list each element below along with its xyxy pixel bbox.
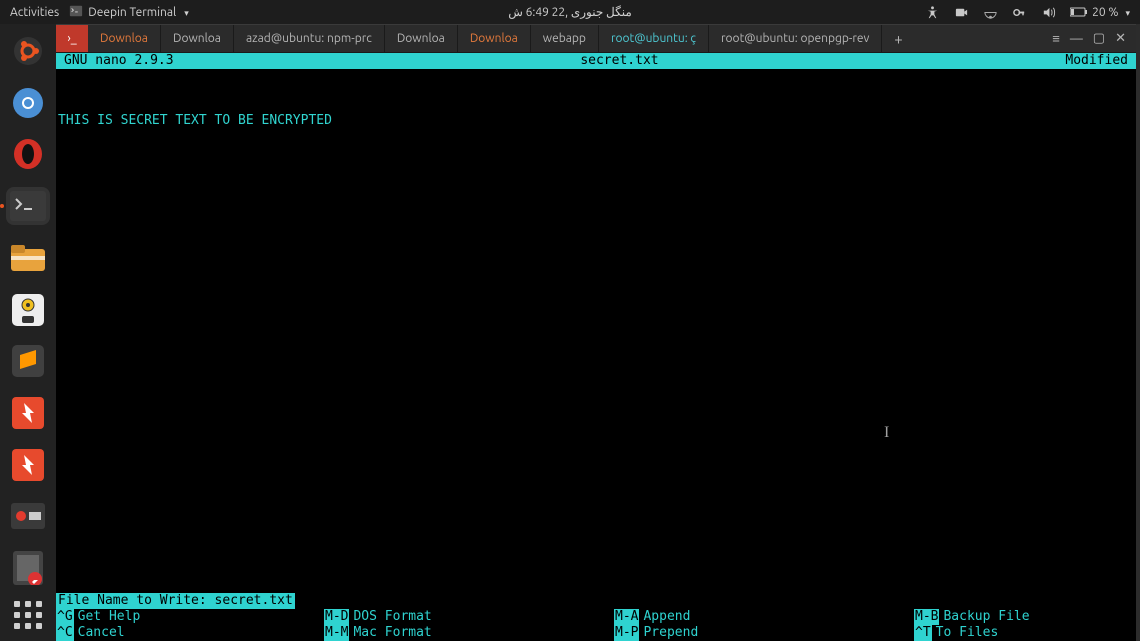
dock-item-opera[interactable] xyxy=(6,135,50,173)
terminal-tab-3[interactable]: Downloa xyxy=(385,25,458,52)
nano-shortcut: ^TTo Files xyxy=(914,625,1136,641)
terminal-tab-5[interactable]: webapp xyxy=(531,25,599,52)
nano-status: Modified xyxy=(1065,53,1132,69)
window-controls: ≡ — ▢ ✕ xyxy=(1042,25,1136,52)
terminal-icon xyxy=(69,4,83,21)
terminal-tab-1[interactable]: Downloa xyxy=(161,25,234,52)
dock-item-screen-recorder[interactable] xyxy=(6,498,50,536)
terminal-content[interactable]: GNU nano 2.9.3 secret.txt Modified THIS … xyxy=(56,53,1136,641)
terminal-tab-6[interactable]: root@ubuntu: ç xyxy=(599,25,709,52)
volume-icon[interactable] xyxy=(1041,5,1056,20)
menu-icon[interactable]: ≡ xyxy=(1052,31,1060,46)
camera-icon[interactable] xyxy=(954,5,969,20)
nano-shortcut: ^GGet Help xyxy=(56,609,324,625)
dock-item-rhythmbox[interactable] xyxy=(6,291,50,329)
chevron-down-icon xyxy=(1122,6,1130,19)
nano-shortcut: M-BBackup File xyxy=(914,609,1136,625)
nano-version: GNU nano 2.9.3 xyxy=(60,53,174,69)
terminal-tab-2[interactable]: azad@ubuntu: npm-prc xyxy=(234,25,385,52)
nano-shortcut: ^CCancel xyxy=(56,625,324,641)
terminal-tab-lead-icon: ›_ xyxy=(56,25,88,52)
dock-item-sublime[interactable] xyxy=(6,342,50,380)
nano-prompt: File Name to Write: secret.txt xyxy=(56,593,295,609)
new-tab-button[interactable]: + xyxy=(882,25,914,52)
terminal-tab-7[interactable]: root@ubuntu: openpgp-rev xyxy=(709,25,882,52)
dock-item-chromium[interactable] xyxy=(6,84,50,122)
accessibility-icon[interactable] xyxy=(925,5,940,20)
minimize-button[interactable]: — xyxy=(1070,32,1083,46)
dock-item-terminal[interactable] xyxy=(6,187,50,225)
app-title-label: Deepin Terminal xyxy=(88,6,176,19)
terminal-tab-4[interactable]: Downloa xyxy=(458,25,531,52)
battery-percent: 20 % xyxy=(1092,6,1118,19)
app-menu[interactable]: Deepin Terminal xyxy=(69,4,189,21)
nano-shortcut: M-AAppend xyxy=(614,609,914,625)
nano-titlebar: GNU nano 2.9.3 secret.txt Modified xyxy=(56,53,1136,69)
clock[interactable]: منگل جنوری ,22 6:49 ش xyxy=(508,5,632,19)
nano-footer: File Name to Write: secret.txt ^GGet Hel… xyxy=(56,593,1136,641)
nano-editor[interactable]: THIS IS SECRET TEXT TO BE ENCRYPTED xyxy=(56,69,1136,593)
chevron-down-icon xyxy=(181,6,189,19)
nano-filename: secret.txt xyxy=(174,53,1066,69)
activities-button[interactable]: Activities xyxy=(10,6,59,19)
file-content: THIS IS SECRET TEXT TO BE ENCRYPTED xyxy=(58,113,1134,129)
text-cursor-icon: I xyxy=(884,425,889,441)
show-applications-button[interactable] xyxy=(14,601,42,629)
vpn-icon[interactable] xyxy=(1012,5,1027,20)
nano-shortcut: M-PPrepend xyxy=(614,625,914,641)
dock-item-burp1[interactable] xyxy=(6,394,50,432)
dock-item-files[interactable] xyxy=(6,239,50,277)
nano-shortcut: M-DDOS Format xyxy=(324,609,614,625)
battery-status[interactable]: 20 % xyxy=(1070,6,1130,19)
nano-shortcut: M-MMac Format xyxy=(324,625,614,641)
close-button[interactable]: ✕ xyxy=(1115,31,1126,46)
network-icon[interactable] xyxy=(983,5,998,20)
dock-item-burp2[interactable] xyxy=(6,446,50,484)
dock xyxy=(0,24,56,641)
tab-bar: ›_ DownloaDownloaazad@ubuntu: npm-prcDow… xyxy=(56,25,1136,53)
terminal-tab-0[interactable]: Downloa xyxy=(88,25,161,52)
dock-item-gedit[interactable] xyxy=(6,549,50,587)
gnome-topbar: Activities Deepin Terminal منگل جنوری ,2… xyxy=(0,0,1140,24)
dock-item-ubuntu-logo[interactable] xyxy=(6,32,50,70)
maximize-button[interactable]: ▢ xyxy=(1093,31,1105,46)
terminal-window: ›_ DownloaDownloaazad@ubuntu: npm-prcDow… xyxy=(56,24,1136,641)
